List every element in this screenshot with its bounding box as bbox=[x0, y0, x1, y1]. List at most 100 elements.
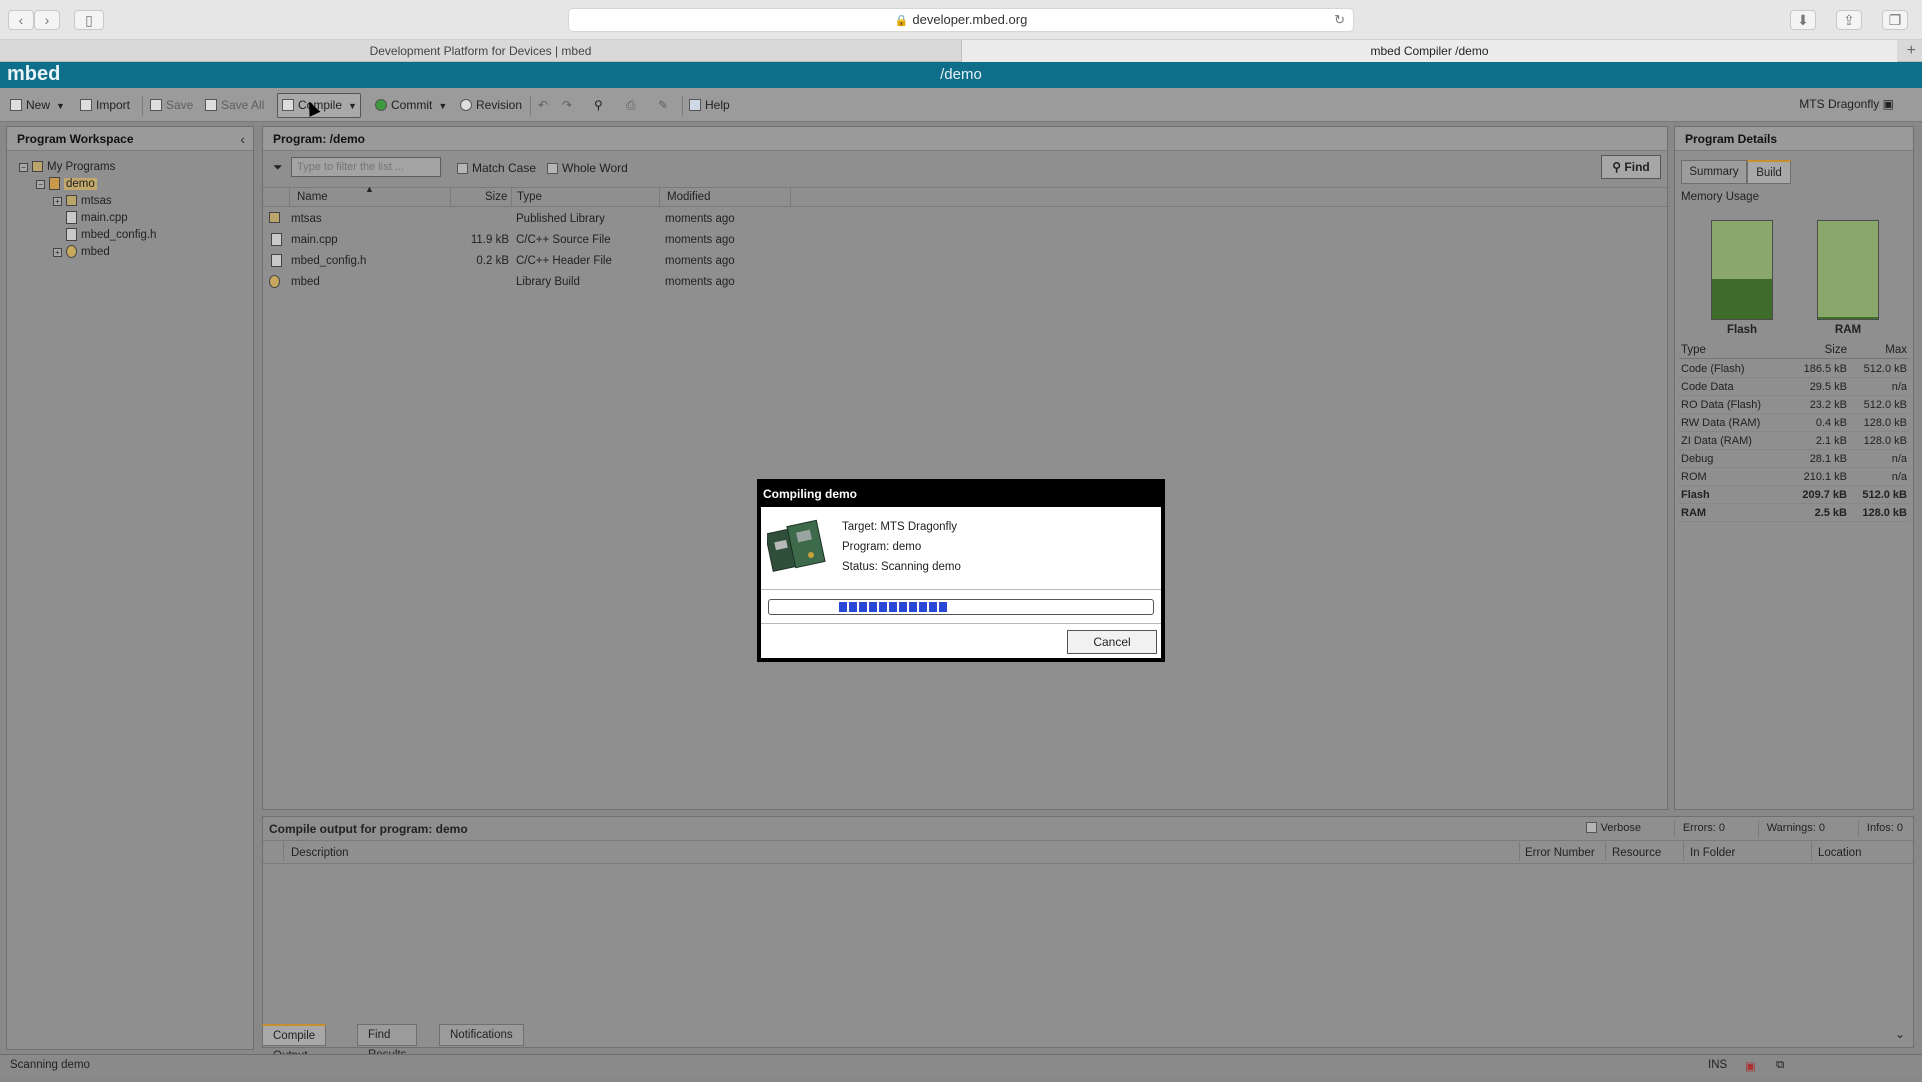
status-text: Scanning demo bbox=[10, 1059, 90, 1071]
programs-folder-icon bbox=[32, 161, 43, 172]
tab-compile-output[interactable]: Compile Output bbox=[262, 1024, 327, 1062]
dialog-status: Status: Scanning demo bbox=[842, 561, 961, 573]
expand-node-icon[interactable]: + bbox=[53, 197, 62, 206]
save-all-icon bbox=[205, 99, 217, 111]
sidebar-toggle-icon[interactable]: ▯ bbox=[74, 10, 104, 30]
verbose-checkbox[interactable]: Verbose bbox=[1578, 821, 1649, 837]
ram-label: RAM bbox=[1834, 324, 1862, 336]
tab-build[interactable]: Build bbox=[1747, 160, 1791, 184]
file-tree: − My Programs − demo + mtsas main.cpp mbed_… bbox=[19, 159, 156, 261]
tools-icon[interactable]: ✎ bbox=[658, 97, 668, 115]
file-row[interactable]: mbed_config.h 0.2 kB C/C++ Header File m… bbox=[263, 251, 1667, 272]
address-bar[interactable]: 🔒 developer.mbed.org ↻ bbox=[568, 8, 1354, 32]
file-row[interactable]: main.cpp 11.9 kB C/C++ Source File momen… bbox=[263, 230, 1667, 251]
revision-button[interactable]: Revision bbox=[460, 97, 522, 115]
tab-summary[interactable]: Summary bbox=[1681, 160, 1747, 184]
library-build-icon bbox=[269, 275, 284, 288]
tab-find-results[interactable]: Find Results bbox=[357, 1024, 418, 1061]
compile-output-panel: Compile output for program: demo Verbose… bbox=[262, 816, 1914, 1048]
save-all-button[interactable]: Save All bbox=[205, 97, 264, 115]
program-title: Program: /demo bbox=[263, 127, 1667, 151]
board-image-icon bbox=[767, 519, 826, 572]
errors-count: Errors: 0 bbox=[1673, 821, 1733, 837]
browser-tab-2[interactable]: mbed Compiler /demo bbox=[961, 40, 1897, 62]
compile-progress-bar bbox=[768, 599, 1154, 615]
back-icon[interactable]: ‹ bbox=[8, 10, 34, 30]
warnings-count: Warnings: 0 bbox=[1757, 821, 1833, 837]
match-case-checkbox[interactable]: Match Case bbox=[457, 161, 536, 175]
print-icon[interactable]: ⎙ bbox=[626, 97, 636, 115]
dialog-title: Compiling demo bbox=[761, 483, 1161, 507]
program-details-panel: Program Details Summary Build Memory Usa… bbox=[1674, 126, 1914, 810]
header-file-icon bbox=[271, 254, 286, 267]
reload-icon[interactable]: ↻ bbox=[1334, 9, 1345, 31]
new-tab-icon[interactable]: + bbox=[1907, 40, 1916, 62]
chevron-down-icon[interactable]: ⌄ bbox=[1895, 1027, 1905, 1041]
downloads-icon[interactable]: ⬇ bbox=[1790, 10, 1816, 30]
header-file-icon bbox=[66, 228, 77, 241]
new-button[interactable]: New ▼ bbox=[10, 97, 65, 115]
memory-table-row: Debug 28.1 kB n/a bbox=[1679, 450, 1909, 468]
memory-table-header: Type Size Max bbox=[1679, 341, 1909, 359]
find-binoculars-icon[interactable]: ⚲ bbox=[594, 97, 603, 115]
tab-notifications[interactable]: Notifications bbox=[439, 1024, 524, 1046]
forward-icon[interactable]: › bbox=[34, 10, 60, 30]
connection-icon: ⧉ bbox=[1776, 1059, 1785, 1071]
browser-tab-1[interactable]: Development Platform for Devices | mbed bbox=[0, 40, 961, 62]
board-status-icon: ▣ bbox=[1745, 1061, 1756, 1073]
new-file-icon bbox=[10, 99, 22, 111]
redo-icon[interactable]: ↷ bbox=[562, 97, 572, 115]
progress-indicator bbox=[839, 602, 947, 612]
compile-icon bbox=[282, 99, 294, 111]
collapse-node-icon[interactable]: − bbox=[36, 180, 45, 189]
tree-item-demo[interactable]: − demo bbox=[19, 176, 156, 193]
share-icon[interactable]: ⇪ bbox=[1836, 10, 1862, 30]
revision-icon bbox=[460, 99, 472, 111]
target-selector[interactable]: MTS Dragonfly ▣ bbox=[1799, 97, 1894, 111]
url-text: developer.mbed.org bbox=[912, 12, 1028, 27]
cancel-button[interactable]: Cancel bbox=[1067, 630, 1157, 654]
compile-label[interactable]: Compile ▼ bbox=[282, 97, 357, 115]
expand-node-icon[interactable]: + bbox=[53, 248, 62, 257]
commit-icon bbox=[375, 99, 387, 111]
help-button[interactable]: Help bbox=[689, 97, 730, 115]
column-size[interactable]: Size bbox=[485, 191, 507, 203]
compiling-dialog: Compiling demo Target: MTS Dragonfly Pro… bbox=[757, 479, 1165, 662]
save-button[interactable]: Save bbox=[150, 97, 193, 115]
source-file-icon bbox=[271, 233, 286, 246]
file-row[interactable]: mbed Library Build moments ago bbox=[263, 272, 1667, 293]
collapse-node-icon[interactable]: − bbox=[19, 163, 28, 172]
tree-item-mbed[interactable]: + mbed bbox=[19, 244, 156, 261]
file-row[interactable]: mtsas Published Library moments ago bbox=[263, 209, 1667, 230]
tabs-overview-icon[interactable]: ❐ bbox=[1882, 10, 1908, 30]
find-button[interactable]: ⚲ Find bbox=[1601, 155, 1661, 179]
app-header: mbed /demo bbox=[0, 62, 1922, 88]
import-icon bbox=[80, 99, 92, 111]
output-columns: Description Error Number Resource In Fol… bbox=[263, 842, 1913, 864]
column-type[interactable]: Type bbox=[517, 191, 542, 203]
program-icon bbox=[49, 177, 60, 190]
flash-usage-bar bbox=[1711, 220, 1773, 320]
column-name[interactable]: Name bbox=[297, 191, 328, 203]
ram-usage-bar bbox=[1817, 220, 1879, 320]
page-title: /demo bbox=[940, 66, 982, 83]
filter-input[interactable] bbox=[291, 157, 441, 177]
memory-table-row: RO Data (Flash) 23.2 kB 512.0 kB bbox=[1679, 396, 1909, 414]
tree-item-mtsas[interactable]: + mtsas bbox=[19, 193, 156, 210]
tree-item-my-programs[interactable]: − My Programs bbox=[19, 159, 156, 176]
import-button[interactable]: Import bbox=[80, 97, 130, 115]
library-folder-icon bbox=[269, 212, 284, 224]
browser-toolbar: ‹ › ▯ 🔒 developer.mbed.org ↻ ⬇ ⇪ ❐ bbox=[0, 0, 1922, 40]
undo-icon[interactable]: ↶ bbox=[538, 97, 548, 115]
compile-output-title: Compile output for program: demo Verbose… bbox=[263, 817, 1913, 841]
collapse-icon[interactable]: ‹ bbox=[240, 131, 245, 147]
column-modified[interactable]: Modified bbox=[667, 191, 710, 203]
memory-table-row: ROM 210.1 kB n/a bbox=[1679, 468, 1909, 486]
tree-item-main-cpp[interactable]: main.cpp bbox=[19, 210, 156, 227]
tree-item-mbed-config[interactable]: mbed_config.h bbox=[19, 227, 156, 244]
memory-table-row: Code Data 29.5 kB n/a bbox=[1679, 378, 1909, 396]
whole-word-checkbox[interactable]: Whole Word bbox=[547, 161, 628, 175]
commit-button[interactable]: Commit ▼ bbox=[375, 97, 447, 115]
dialog-program: Program: demo bbox=[842, 541, 922, 553]
library-build-icon bbox=[66, 245, 77, 258]
